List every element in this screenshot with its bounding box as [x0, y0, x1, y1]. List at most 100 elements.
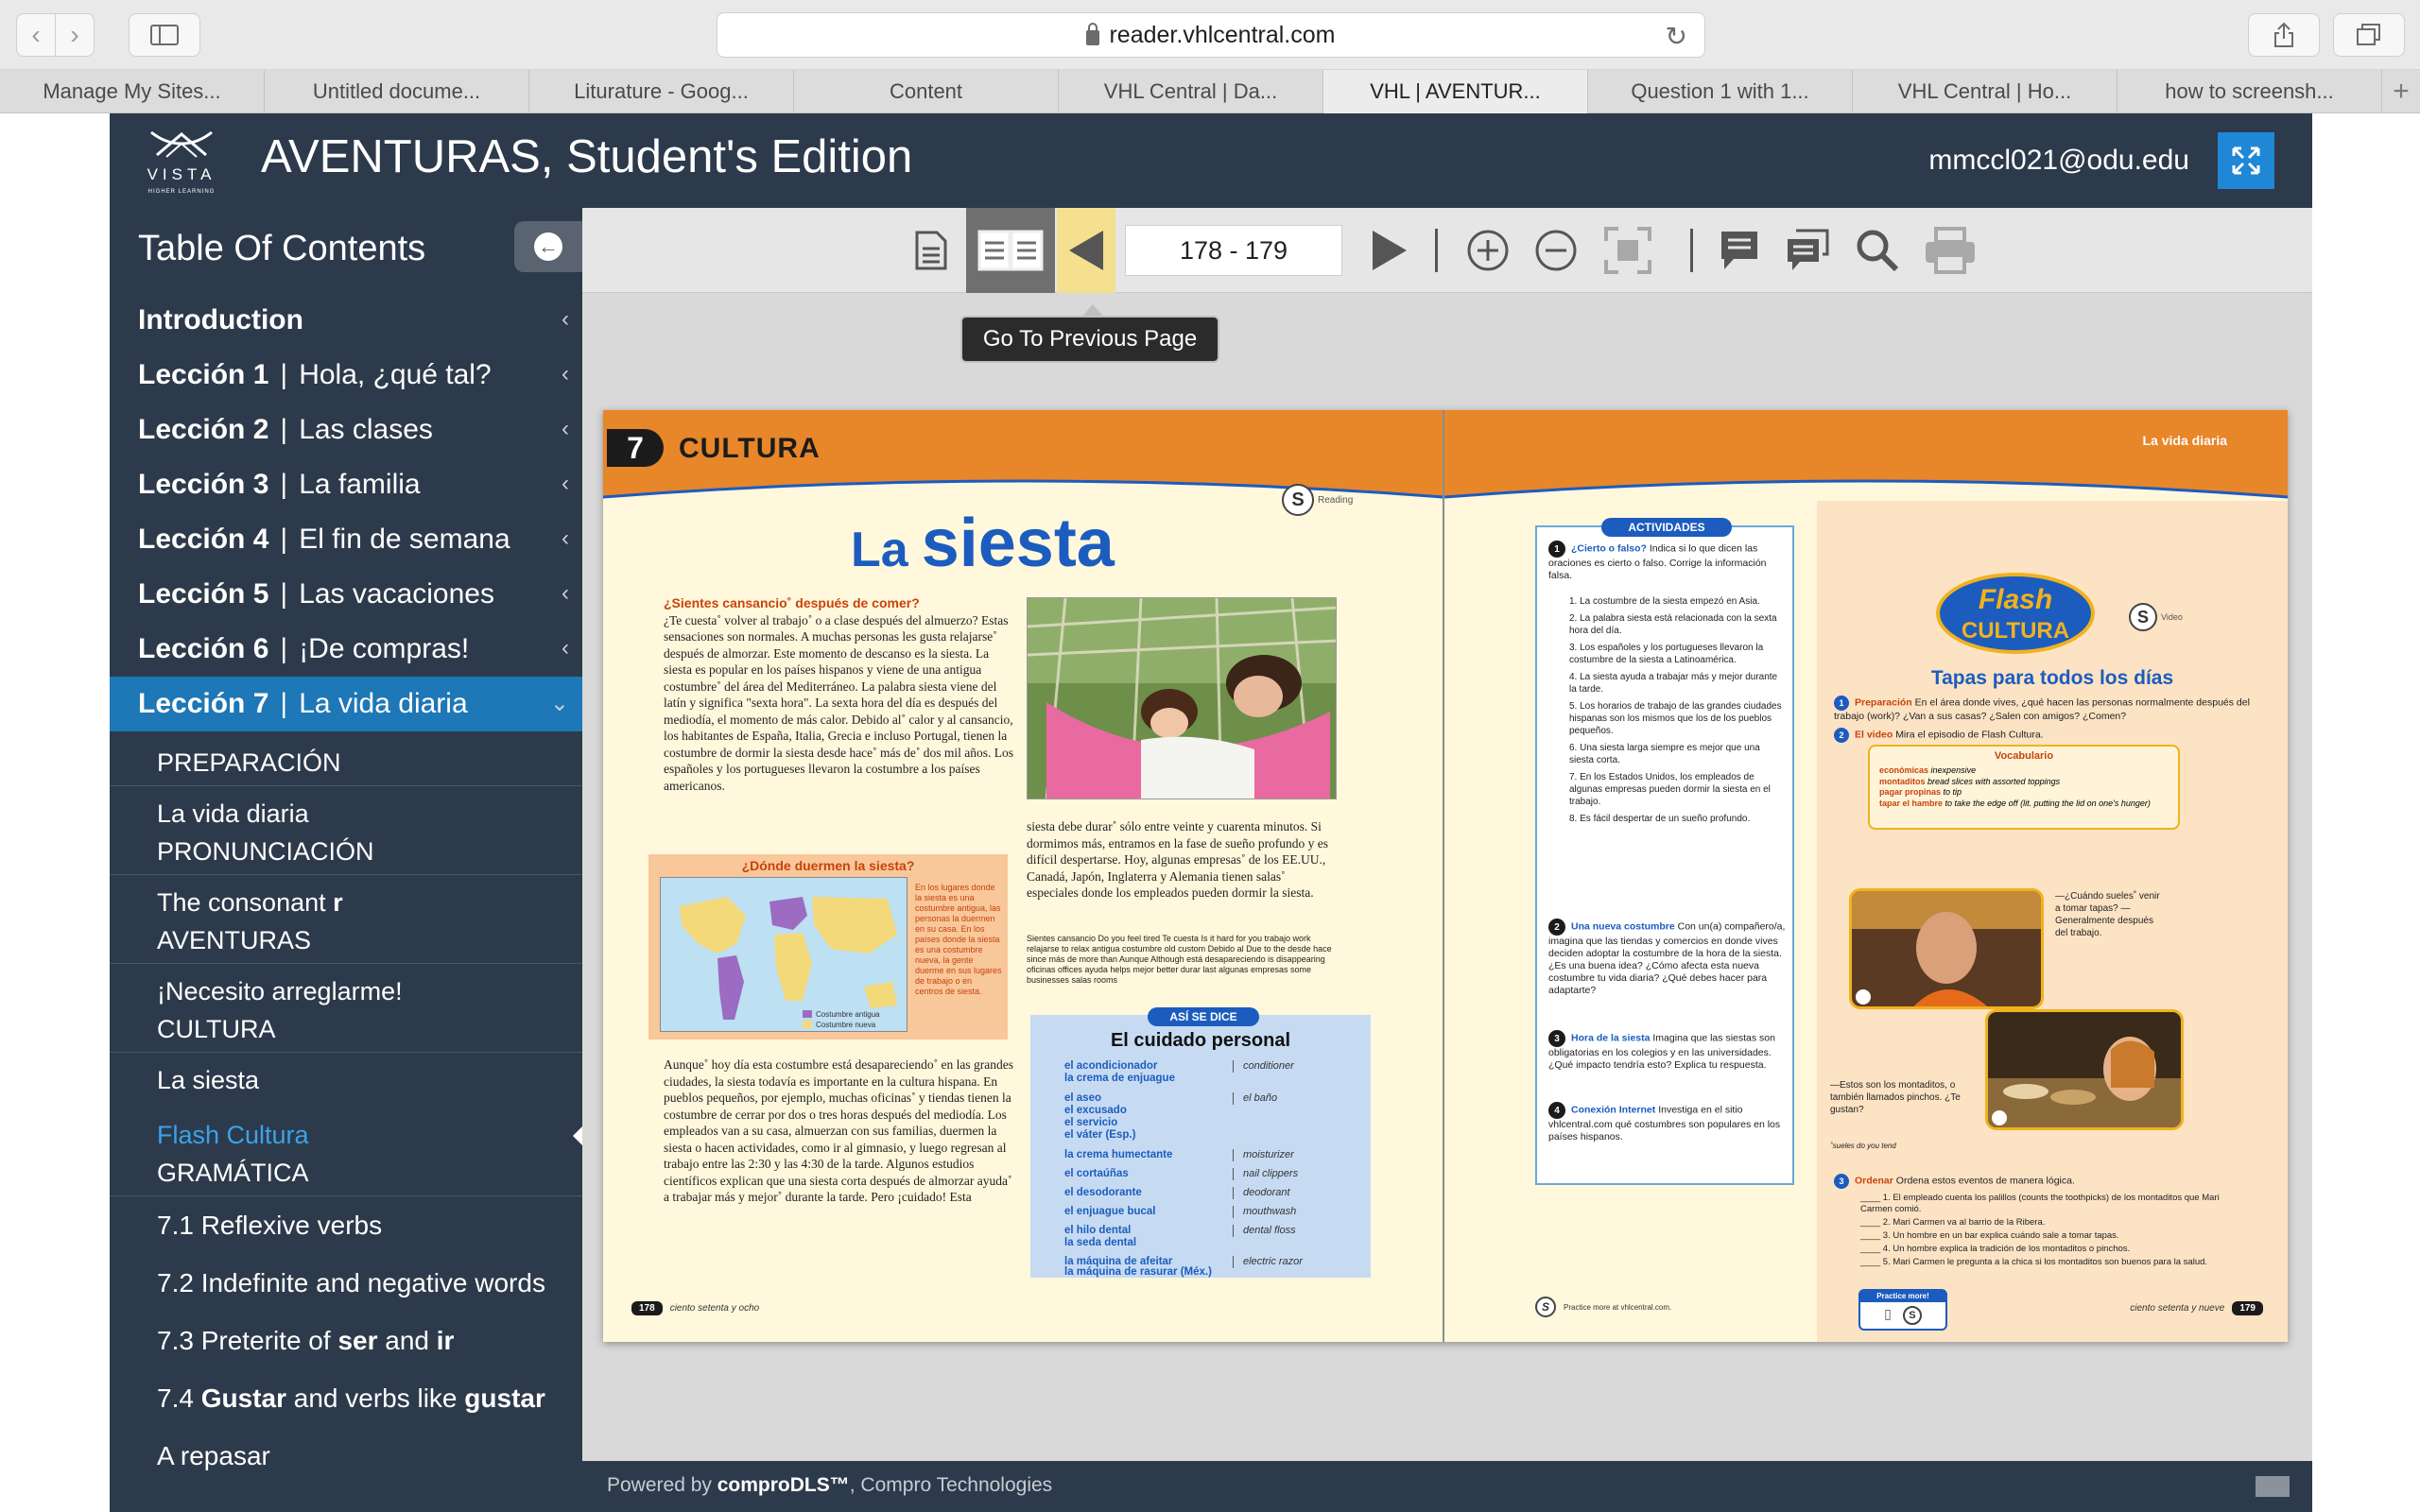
browser-tab[interactable]: how to screensh...: [2118, 70, 2382, 113]
video-title: El video: [1855, 729, 1893, 741]
toc-item-consonant-r[interactable]: The consonant r: [110, 875, 582, 930]
print-button[interactable]: [1919, 208, 1981, 293]
fullscreen-button[interactable]: [2218, 132, 2274, 189]
book-spread: 7 CULTURA S Reading La siesta ¿Sientes ca…: [603, 410, 2288, 1342]
item-label: and verbs like: [293, 1383, 458, 1413]
browser-tab[interactable]: Content: [794, 70, 1059, 113]
prep-text-block: 1 Preparación En el área donde vives, ¿qu…: [1834, 696, 2269, 723]
activity-number: 4: [1548, 1102, 1565, 1119]
toc-leccion-6[interactable]: Lección 6 | ¡De compras! ‹: [110, 622, 582, 677]
orden-text: 2. Mari Carmen va al barrio de la Ribera…: [1882, 1217, 2046, 1228]
fit-page-button[interactable]: [1598, 208, 1658, 293]
previous-page-button[interactable]: [1057, 208, 1115, 293]
siesta-map-box: ¿Dónde duermen la siesta? Costumbre anti…: [648, 854, 1008, 1040]
toc-leccion-4[interactable]: Lección 4 | El fin de semana ‹: [110, 512, 582, 567]
chevron-left-icon: ‹: [562, 635, 569, 661]
browser-tab[interactable]: VHL Central | Ho...: [1853, 70, 2118, 113]
quote-2: —Estos son los montaditos, o también lla…: [1830, 1080, 1961, 1115]
toc-section-gramatica: GRAMÁTICA: [110, 1159, 582, 1196]
practice-icons: ▯ S: [1860, 1306, 1945, 1325]
toc-leccion-5[interactable]: Lección 5 | Las vacaciones ‹: [110, 567, 582, 622]
reading-badge[interactable]: S Reading: [1282, 484, 1353, 516]
practice-more-box[interactable]: Practice more! ▯ S: [1858, 1289, 1947, 1331]
lead-question: ¿Sientes cansancio˚ después de comer?: [664, 595, 920, 610]
notes-list-button[interactable]: [1779, 208, 1836, 293]
toc-item-7-2[interactable]: 7.2 Indefinite and negative words: [110, 1254, 582, 1312]
add-note-button[interactable]: [1713, 208, 1766, 293]
item-label: and: [385, 1325, 429, 1355]
vocab-en: conditioner: [1233, 1060, 1294, 1073]
browser-tab[interactable]: Question 1 with 1...: [1588, 70, 1853, 113]
activity-number: 3: [1548, 1030, 1565, 1047]
book-icon[interactable]: [2256, 1476, 2290, 1497]
flash-cultura-title: Tapas para todos los días: [1930, 667, 2174, 689]
show-tabs-button[interactable]: [2333, 13, 2405, 57]
arrow-left-icon: ←: [534, 232, 562, 261]
vocab-es: la crema humectante: [1064, 1149, 1173, 1160]
vocab-en: deodorant: [1233, 1187, 1290, 1199]
hammock-photo: [1027, 597, 1337, 799]
section-label: CULTURA: [679, 433, 821, 464]
video-still-1[interactable]: [1849, 888, 2044, 1009]
toc-item-a-repasar[interactable]: A repasar: [110, 1427, 582, 1485]
lesson-label: Lección 6: [138, 633, 269, 664]
item-label-bold: ser: [337, 1325, 378, 1355]
address-bar[interactable]: reader.vhlcentral.com ↻: [717, 12, 1705, 58]
vocab-en: el baño: [1233, 1092, 1277, 1105]
browser-sidebar-button[interactable]: [129, 13, 200, 57]
user-email[interactable]: mmccl021@odu.edu: [1928, 145, 2189, 177]
activity-2: 2 Una nueva costumbre Con un(a) compañero…: [1548, 919, 1787, 997]
browser-tab[interactable]: Manage My Sites...: [0, 70, 265, 113]
toc-leccion-2[interactable]: Lección 2 | Las clases ‹: [110, 403, 582, 457]
powered-by-company: , Compro Technologies: [849, 1474, 1053, 1496]
toc-item-la-siesta[interactable]: La siesta: [110, 1053, 582, 1108]
toc-item-flash-cultura[interactable]: Flash Cultura: [110, 1108, 582, 1162]
browser-tab[interactable]: Untitled docume...: [265, 70, 529, 113]
two-page-view-button[interactable]: [966, 208, 1055, 293]
share-button[interactable]: [2248, 13, 2320, 57]
toc-item-la-vida-diaria[interactable]: La vida diaria: [110, 786, 582, 841]
activity-title: ¿Cierto o falso?: [1571, 542, 1647, 555]
toc-item-7-4[interactable]: 7.4 Gustar and verbs like gustar: [110, 1369, 582, 1427]
supersite-icon: S: [1282, 484, 1314, 516]
lesson-label: Lección 3: [138, 469, 269, 500]
sidebar-icon: [150, 25, 179, 45]
page-number-input[interactable]: 178 - 179: [1125, 225, 1342, 276]
page-number: 179: [2232, 1301, 2263, 1315]
toc-item-necesito-arreglarme[interactable]: ¡Necesito arreglarme!: [110, 964, 582, 1019]
zoom-out-icon: [1535, 230, 1577, 271]
next-page-button[interactable]: [1361, 208, 1418, 293]
powered-by-text: Powered by comproDLS™, Compro Technologi…: [607, 1474, 1052, 1497]
new-tab-button[interactable]: +: [2382, 70, 2420, 112]
video-still-2[interactable]: [1985, 1009, 2184, 1130]
toc-item-7-3[interactable]: 7.3 Preterite of ser and ir: [110, 1312, 582, 1369]
activity-item: 7. En los Estados Unidos, los empleados …: [1569, 772, 1771, 807]
browser-tab-active[interactable]: VHL | AVENTUR...: [1323, 70, 1588, 113]
activity-item: 6. Una siesta larga siempre es mejor que…: [1569, 743, 1760, 765]
reload-icon[interactable]: ↻: [1666, 21, 1687, 52]
browser-tab[interactable]: Liturature - Goog...: [529, 70, 794, 113]
browser-tab[interactable]: VHL Central | Da...: [1059, 70, 1323, 113]
lesson-name: La familia: [299, 469, 421, 500]
toc-leccion-7[interactable]: Lección 7 | La vida diaria ⌄: [110, 677, 582, 731]
single-page-view-button[interactable]: [904, 208, 959, 293]
toc-item-7-1[interactable]: 7.1 Reflexive verbs: [110, 1196, 582, 1254]
url-text: reader.vhlcentral.com: [1109, 21, 1336, 48]
toc-introduction[interactable]: Introduction ‹: [110, 293, 582, 348]
search-button[interactable]: [1849, 208, 1906, 293]
lesson-label: Lección 1: [138, 359, 269, 390]
toc-leccion-3[interactable]: Lección 3 | La familia ‹: [110, 457, 582, 512]
open-book-icon: [977, 230, 1044, 271]
video-badge[interactable]: S Video: [2129, 603, 2183, 631]
zoom-out-button[interactable]: [1528, 208, 1584, 293]
collapse-sidebar-button[interactable]: ←: [514, 221, 582, 272]
browser-forward-button[interactable]: ›: [55, 13, 95, 57]
toc-leccion-1[interactable]: Lección 1 | Hola, ¿qué tal? ‹: [110, 348, 582, 403]
chevron-left-icon: ‹: [562, 361, 569, 387]
lesson-name: ¡De compras!: [299, 633, 470, 664]
lesson-number-badge: 7: [607, 429, 664, 467]
browser-back-button[interactable]: ‹: [16, 13, 56, 57]
vocab-es: económicas: [1879, 765, 1929, 775]
printer-icon: [1926, 227, 1975, 274]
zoom-in-button[interactable]: [1460, 208, 1516, 293]
